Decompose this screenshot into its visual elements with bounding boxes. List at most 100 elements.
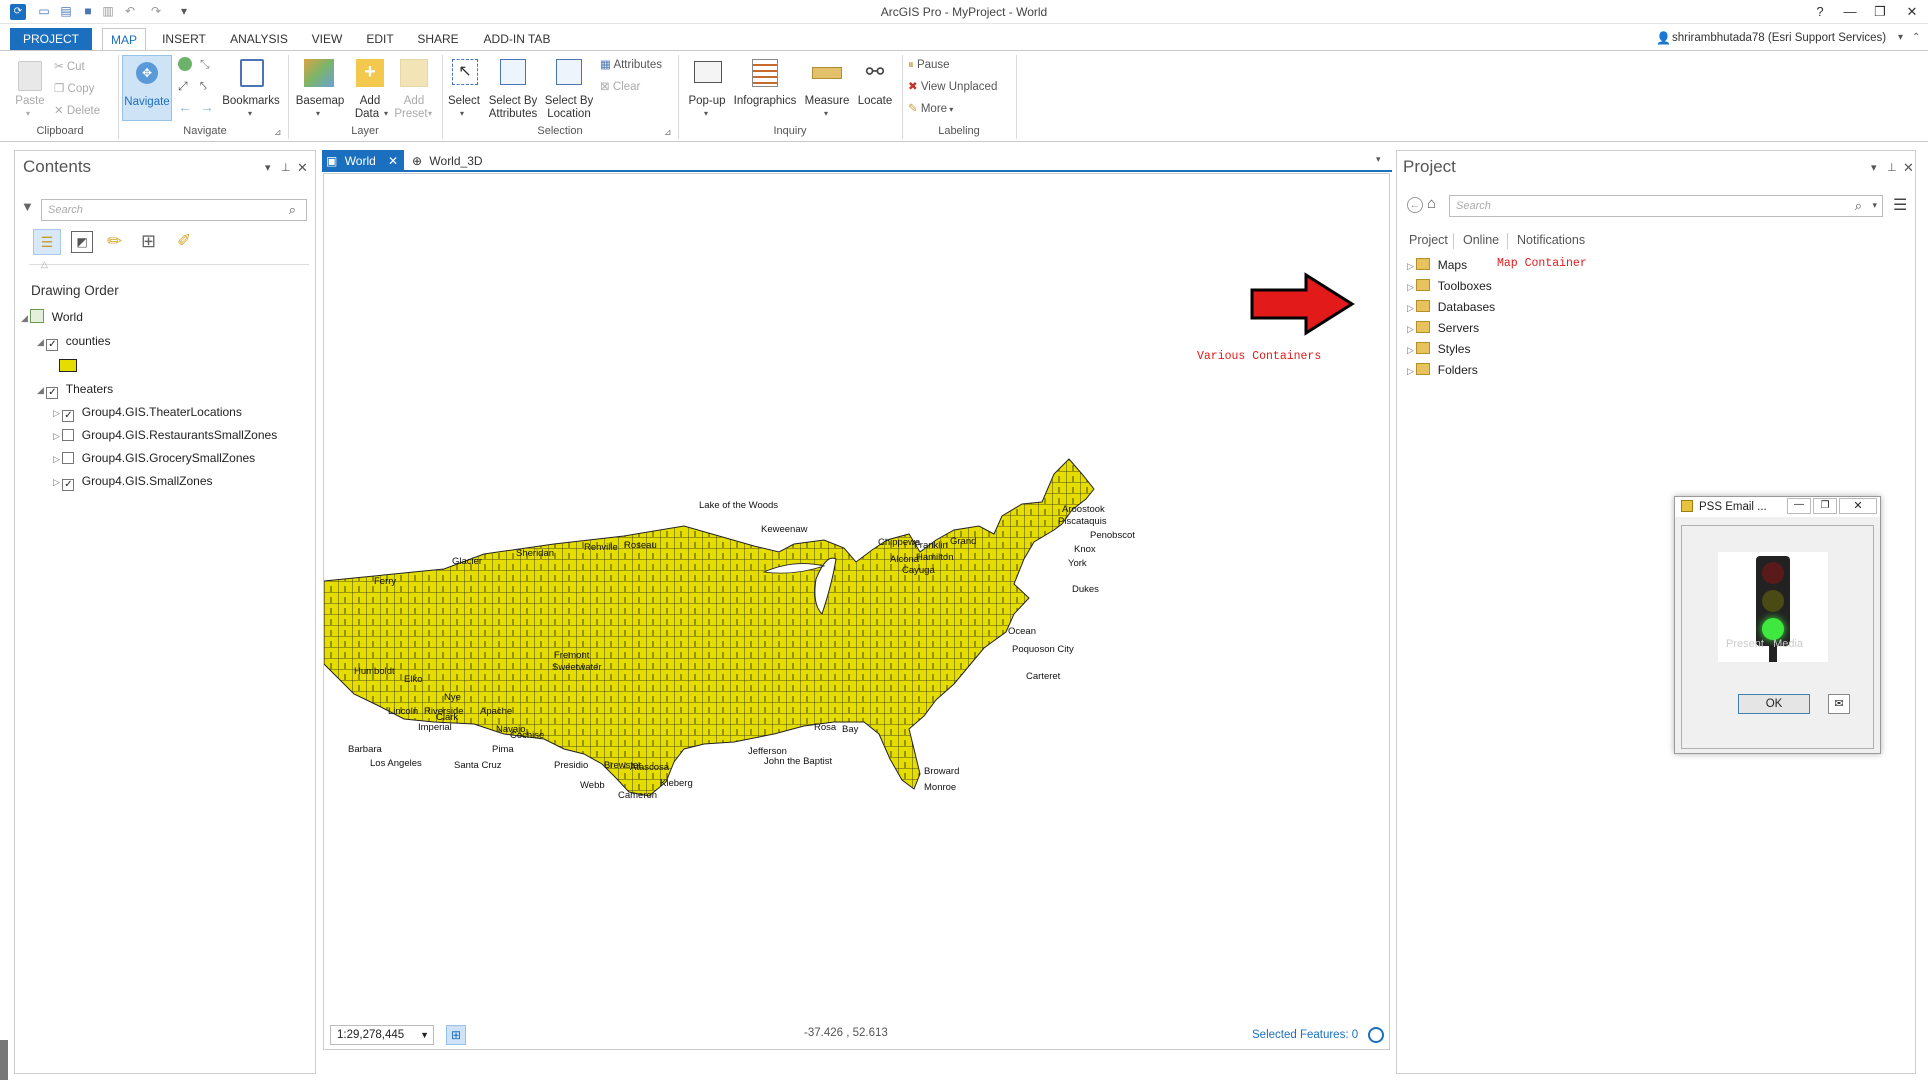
- infographics-button[interactable]: Infographics: [730, 57, 800, 123]
- list-by-drawing-order-icon[interactable]: ☰: [33, 229, 61, 255]
- tree-sublayer[interactable]: ▷ ✓ Group4.GIS.TheaterLocations: [53, 402, 242, 422]
- expand-triangle-icon[interactable]: ▷: [53, 431, 62, 441]
- tree-layer-theaters[interactable]: ◢ ✓ Theaters: [37, 379, 113, 399]
- view-unplaced-button[interactable]: ✖ View Unplaced: [908, 77, 997, 97]
- expand-triangle-icon[interactable]: ▷: [1407, 261, 1416, 271]
- minimize-button[interactable]: —: [1835, 2, 1865, 22]
- dialog-close-button[interactable]: ✕: [1839, 498, 1877, 514]
- project-item-folders[interactable]: ▷ Folders: [1407, 360, 1478, 380]
- zoom-to-selection-icon[interactable]: ⤢: [178, 79, 188, 94]
- pane-options-icon[interactable]: ▾: [265, 161, 271, 174]
- search-icon[interactable]: ⌕: [289, 202, 296, 218]
- close-button[interactable]: ✕: [1897, 2, 1927, 22]
- tree-layer-counties[interactable]: ◢ ✓ counties: [37, 331, 110, 351]
- tree-sublayer[interactable]: ▷ Group4.GIS.GrocerySmallZones: [53, 448, 255, 468]
- list-by-selection-icon[interactable]: ⊞: [141, 231, 156, 252]
- collapse-triangle-icon[interactable]: ◢: [37, 385, 46, 395]
- expand-triangle-icon[interactable]: ▷: [53, 454, 62, 464]
- project-item-styles[interactable]: ▷ Styles: [1407, 339, 1470, 359]
- expand-triangle-icon[interactable]: ▷: [1407, 345, 1416, 355]
- project-nav-tab-online[interactable]: Online: [1463, 233, 1499, 247]
- basemap-button[interactable]: Basemap ▾: [292, 57, 348, 123]
- help-button[interactable]: ?: [1805, 2, 1835, 22]
- copy-button[interactable]: ❐ Copy: [54, 79, 94, 99]
- contents-search-input[interactable]: Search ⌕: [41, 199, 307, 221]
- collapse-triangle-icon[interactable]: ◢: [21, 313, 30, 323]
- add-preset-button[interactable]: Add Preset ▾: [392, 57, 436, 123]
- list-by-editing-icon[interactable]: ✏: [107, 231, 122, 252]
- dialog-restore-button[interactable]: ❐: [1813, 498, 1837, 514]
- selected-features-count[interactable]: Selected Features: 0: [1252, 1029, 1358, 1041]
- layer-checkbox[interactable]: ✓: [62, 410, 75, 422]
- expand-triangle-icon[interactable]: ▷: [53, 477, 62, 487]
- user-account[interactable]: shrirambhutada78 (Esri Support Services): [1672, 32, 1886, 44]
- pin-icon[interactable]: ⊥: [281, 161, 291, 174]
- project-nav-tab-project[interactable]: Project: [1409, 233, 1448, 247]
- expand-triangle-icon[interactable]: ▷: [53, 408, 62, 418]
- collapse-ribbon-icon[interactable]: ⌃: [1912, 32, 1920, 43]
- filter-icon[interactable]: ▼: [21, 199, 34, 214]
- delete-button[interactable]: ✕ Delete: [54, 101, 100, 121]
- clear-button[interactable]: ⊠ Clear: [600, 77, 640, 97]
- menu-icon[interactable]: ☰: [1893, 195, 1907, 215]
- tab-view[interactable]: VIEW: [306, 28, 348, 50]
- search-icon[interactable]: ⌕: [1855, 198, 1862, 214]
- previous-extent-icon[interactable]: ←: [178, 99, 192, 115]
- close-tab-icon[interactable]: ✕: [388, 150, 398, 172]
- pin-icon[interactable]: ⊥: [1887, 161, 1897, 174]
- tab-share[interactable]: SHARE: [412, 28, 464, 50]
- fixed-zoom-out-icon[interactable]: ⤣: [200, 79, 207, 94]
- select-by-attributes-button[interactable]: Select By Attributes: [486, 57, 540, 123]
- paste-button[interactable]: Paste ▾: [12, 59, 48, 129]
- project-item-databases[interactable]: ▷ Databases: [1407, 297, 1495, 317]
- next-extent-icon[interactable]: →: [200, 99, 214, 115]
- tab-world-3d[interactable]: ⊕ World_3D: [412, 150, 483, 172]
- layer-checkbox[interactable]: ✓: [46, 339, 59, 351]
- expand-triangle-icon[interactable]: ▷: [1407, 324, 1416, 334]
- navigate-launcher-icon[interactable]: ⊿: [274, 127, 282, 138]
- bookmarks-button[interactable]: Bookmarks ▾: [220, 57, 282, 123]
- measure-button[interactable]: Measure ▾: [802, 57, 852, 123]
- search-dropdown-icon[interactable]: ▾: [1872, 200, 1877, 211]
- cut-button[interactable]: ✂ Cut: [54, 57, 85, 77]
- expand-triangle-icon[interactable]: ▷: [1407, 282, 1416, 292]
- close-pane-icon[interactable]: ✕: [297, 160, 308, 176]
- select-by-location-button[interactable]: Select By Location: [542, 57, 596, 123]
- locate-button[interactable]: ⚯ Locate: [852, 57, 898, 123]
- popup-button[interactable]: Pop-up ▾: [684, 57, 730, 123]
- scale-dropdown[interactable]: 1:29,278,445 ▼: [330, 1025, 434, 1045]
- tree-map-world[interactable]: ◢ World: [21, 307, 83, 327]
- dialog-minimize-button[interactable]: —: [1787, 498, 1811, 514]
- user-dropdown-icon[interactable]: ▾: [1898, 32, 1903, 43]
- add-data-button[interactable]: + Add Data ▾: [348, 57, 392, 123]
- project-search-input[interactable]: Search ⌕ ▾: [1449, 195, 1883, 217]
- project-nav-tab-notifications[interactable]: Notifications: [1517, 233, 1585, 247]
- tab-add-in[interactable]: ADD-IN TAB: [476, 28, 558, 50]
- home-icon[interactable]: ⌂: [1427, 195, 1436, 212]
- layer-checkbox[interactable]: ✓: [46, 387, 59, 399]
- layer-checkbox[interactable]: [62, 429, 75, 441]
- layer-checkbox[interactable]: [62, 452, 75, 464]
- collapse-triangle-icon[interactable]: ◢: [37, 337, 46, 347]
- list-by-labeling-icon[interactable]: ✐: [177, 231, 191, 251]
- selection-launcher-icon[interactable]: ⊿: [664, 127, 672, 138]
- tab-insert[interactable]: INSERT: [156, 28, 212, 50]
- attributes-button[interactable]: ▦ Attributes: [600, 55, 662, 75]
- tab-edit[interactable]: EDIT: [360, 28, 400, 50]
- expand-triangle-icon[interactable]: ▷: [1407, 366, 1416, 376]
- tab-analysis[interactable]: ANALYSIS: [224, 28, 294, 50]
- more-labeling-button[interactable]: ✎ More ▾: [908, 99, 953, 119]
- layer-checkbox[interactable]: ✓: [62, 479, 75, 491]
- project-item-servers[interactable]: ▷ Servers: [1407, 318, 1479, 338]
- counties-symbol-swatch[interactable]: [59, 359, 77, 372]
- fixed-zoom-in-icon[interactable]: ⤡: [200, 57, 210, 72]
- no-email-icon-button[interactable]: ✉: [1828, 694, 1850, 714]
- pane-options-icon[interactable]: ▾: [1871, 161, 1877, 174]
- tree-sublayer[interactable]: ▷ Group4.GIS.RestaurantsSmallZones: [53, 425, 277, 445]
- project-item-maps[interactable]: ▷ Maps: [1407, 255, 1467, 275]
- tree-sublayer[interactable]: ▷ ✓ Group4.GIS.SmallZones: [53, 471, 213, 491]
- pause-labeling-button[interactable]: ⏸ Pause: [908, 55, 950, 75]
- navigate-button[interactable]: ✥ Navigate: [122, 55, 172, 121]
- back-icon[interactable]: ←: [1407, 197, 1423, 213]
- us-counties-map[interactable]: Lake of the Woods Keweenaw Sheridan Renvill…: [324, 174, 1389, 1019]
